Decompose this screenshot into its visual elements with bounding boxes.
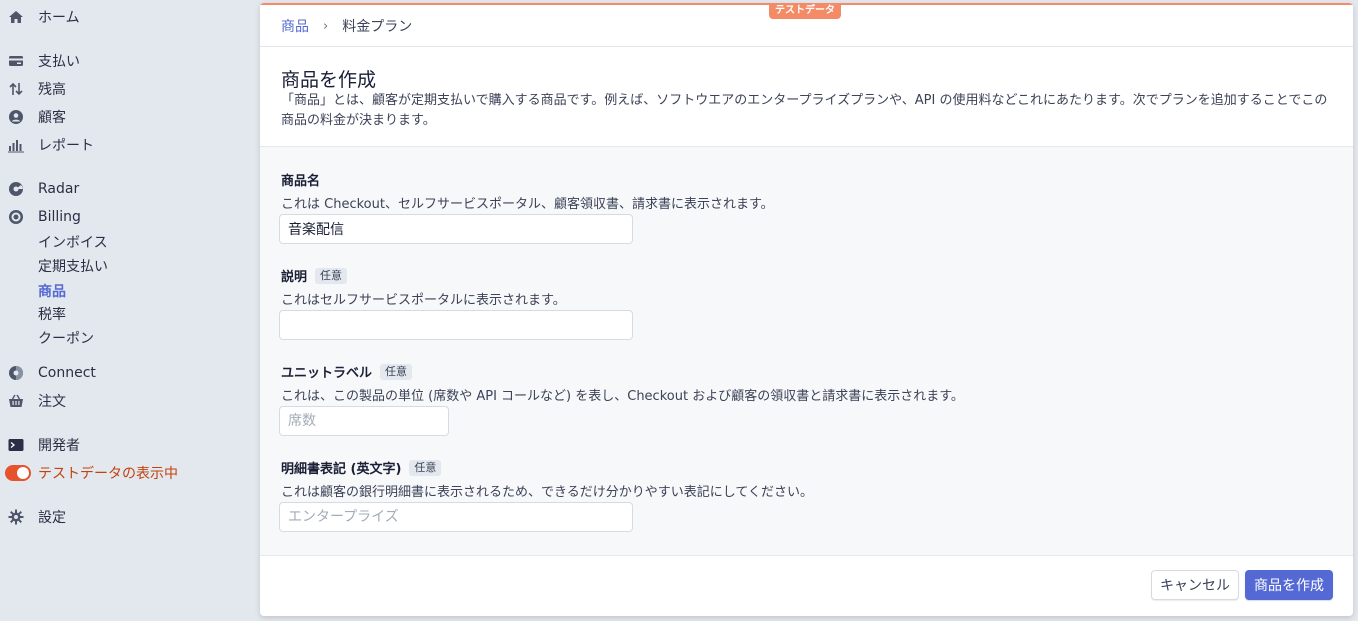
radar-icon — [8, 181, 24, 197]
field-label-text: 説明 — [281, 270, 308, 285]
page-description: 「商品」とは、顧客が定期支払いで購入する商品です。例えば、ソフトウエアのエンター… — [281, 93, 1328, 128]
field-help: これはセルフサービスポータルに表示されます。 — [281, 293, 566, 308]
sidebar-item-label: Radar — [38, 181, 80, 197]
sidebar-item-label: インボイス — [38, 235, 108, 251]
field-description: 説明 任意 これはセルフサービスポータルに表示されます。 — [281, 266, 566, 308]
field-statement-descriptor: 明細書表記 (英文字) 任意 これは顧客の銀行明細書に表示されるため、できるだけ分… — [281, 458, 813, 500]
cancel-button[interactable]: キャンセル — [1151, 570, 1239, 600]
sidebar-item-label: レポート — [38, 138, 94, 154]
sidebar-item-tax-rates[interactable]: 税率 — [0, 302, 250, 326]
billing-icon — [8, 209, 24, 225]
sidebar-item-label: 開発者 — [38, 438, 80, 454]
create-product-panel: テストデータ 商品 › 料金プラン 商品を作成 「商品」とは、顧客が定期支払いで… — [260, 3, 1353, 616]
sidebar-item-subscriptions[interactable]: 定期支払い — [0, 254, 250, 278]
sidebar-item-products[interactable]: 商品 — [0, 279, 250, 303]
optional-tag: 任意 — [315, 267, 348, 284]
customer-icon — [8, 109, 24, 125]
sidebar-item-billing[interactable]: Billing — [0, 205, 250, 229]
sidebar-item-label: Billing — [38, 209, 81, 225]
description-input[interactable] — [279, 310, 633, 340]
field-help: これは顧客の銀行明細書に表示されるため、できるだけ分かりやすい表記にしてください… — [281, 485, 813, 500]
sidebar-item-label: 商品 — [38, 284, 66, 300]
sidebar: ホーム 支払い 残高 顧客 レポート Radar Billing インボイス 定… — [0, 0, 260, 621]
breadcrumb-current: 料金プラン — [342, 19, 413, 35]
sidebar-item-reports[interactable]: レポート — [0, 133, 250, 157]
field-unit-label: ユニットラベル 任意 これは、この製品の単位 (席数や API コールなど) を表… — [281, 362, 964, 404]
sidebar-item-invoices[interactable]: インボイス — [0, 230, 250, 254]
test-data-badge: テストデータ — [769, 3, 841, 19]
sidebar-item-label: 支払い — [38, 54, 80, 70]
create-product-button[interactable]: 商品を作成 — [1245, 570, 1333, 600]
product-name-input[interactable] — [279, 214, 633, 244]
sidebar-item-label: 設定 — [38, 510, 66, 526]
sidebar-item-balances[interactable]: 残高 — [0, 77, 250, 101]
reports-icon — [8, 137, 24, 153]
optional-tag: 任意 — [380, 363, 413, 380]
optional-tag: 任意 — [409, 459, 442, 476]
gear-icon — [8, 509, 24, 525]
divider — [260, 46, 1353, 47]
sidebar-item-label: 注文 — [38, 394, 66, 410]
product-form: 商品名 これは Checkout、セルフサービスポータル、顧客領収書、請求書に表… — [260, 146, 1353, 556]
sidebar-item-label: 顧客 — [38, 110, 66, 126]
sidebar-item-test-data[interactable]: テストデータの表示中 — [0, 461, 250, 485]
chevron-right-icon: › — [323, 18, 329, 34]
field-label-text: 商品名 — [281, 174, 321, 189]
sidebar-item-payments[interactable]: 支払い — [0, 49, 250, 73]
sidebar-item-connect[interactable]: Connect — [0, 361, 250, 385]
field-label-text: 明細書表記 (英文字) — [281, 462, 402, 477]
balance-arrows-icon — [8, 81, 24, 97]
page-title: 商品を作成 — [281, 69, 377, 91]
sidebar-item-label: クーポン — [38, 331, 94, 347]
breadcrumb: 商品 › 料金プラン — [281, 16, 412, 36]
connect-icon — [8, 365, 24, 381]
sidebar-item-label: 残高 — [38, 82, 66, 98]
basket-icon — [8, 393, 24, 409]
home-icon — [8, 9, 24, 25]
sidebar-item-label: ホーム — [38, 10, 80, 26]
statement-descriptor-input[interactable] — [279, 502, 633, 532]
field-help: これは、この製品の単位 (席数や API コールなど) を表し、Checkout… — [281, 389, 964, 404]
sidebar-item-customers[interactable]: 顧客 — [0, 105, 250, 129]
field-label: ユニットラベル 任意 — [281, 362, 964, 381]
sidebar-item-developers[interactable]: 開発者 — [0, 433, 250, 457]
sidebar-item-settings[interactable]: 設定 — [0, 505, 250, 529]
sidebar-item-label: 定期支払い — [38, 259, 108, 275]
sidebar-item-orders[interactable]: 注文 — [0, 389, 250, 413]
field-label: 商品名 — [281, 170, 774, 189]
field-label-text: ユニットラベル — [281, 366, 373, 381]
terminal-icon — [8, 437, 24, 453]
sidebar-item-label: Connect — [38, 365, 96, 381]
test-mode-toggle[interactable] — [5, 465, 31, 481]
sidebar-item-coupons[interactable]: クーポン — [0, 326, 250, 350]
field-label: 説明 任意 — [281, 266, 566, 285]
breadcrumb-products-link[interactable]: 商品 — [281, 16, 309, 36]
field-name: 商品名 これは Checkout、セルフサービスポータル、顧客領収書、請求書に表… — [281, 170, 774, 212]
field-help: これは Checkout、セルフサービスポータル、顧客領収書、請求書に表示されま… — [281, 197, 774, 212]
payments-icon — [8, 53, 24, 69]
sidebar-item-label: テストデータの表示中 — [38, 466, 178, 482]
sidebar-item-label: 税率 — [38, 307, 66, 323]
sidebar-item-radar[interactable]: Radar — [0, 177, 250, 201]
unit-label-input[interactable] — [279, 406, 449, 436]
field-label: 明細書表記 (英文字) 任意 — [281, 458, 813, 477]
sidebar-item-home[interactable]: ホーム — [0, 5, 250, 29]
